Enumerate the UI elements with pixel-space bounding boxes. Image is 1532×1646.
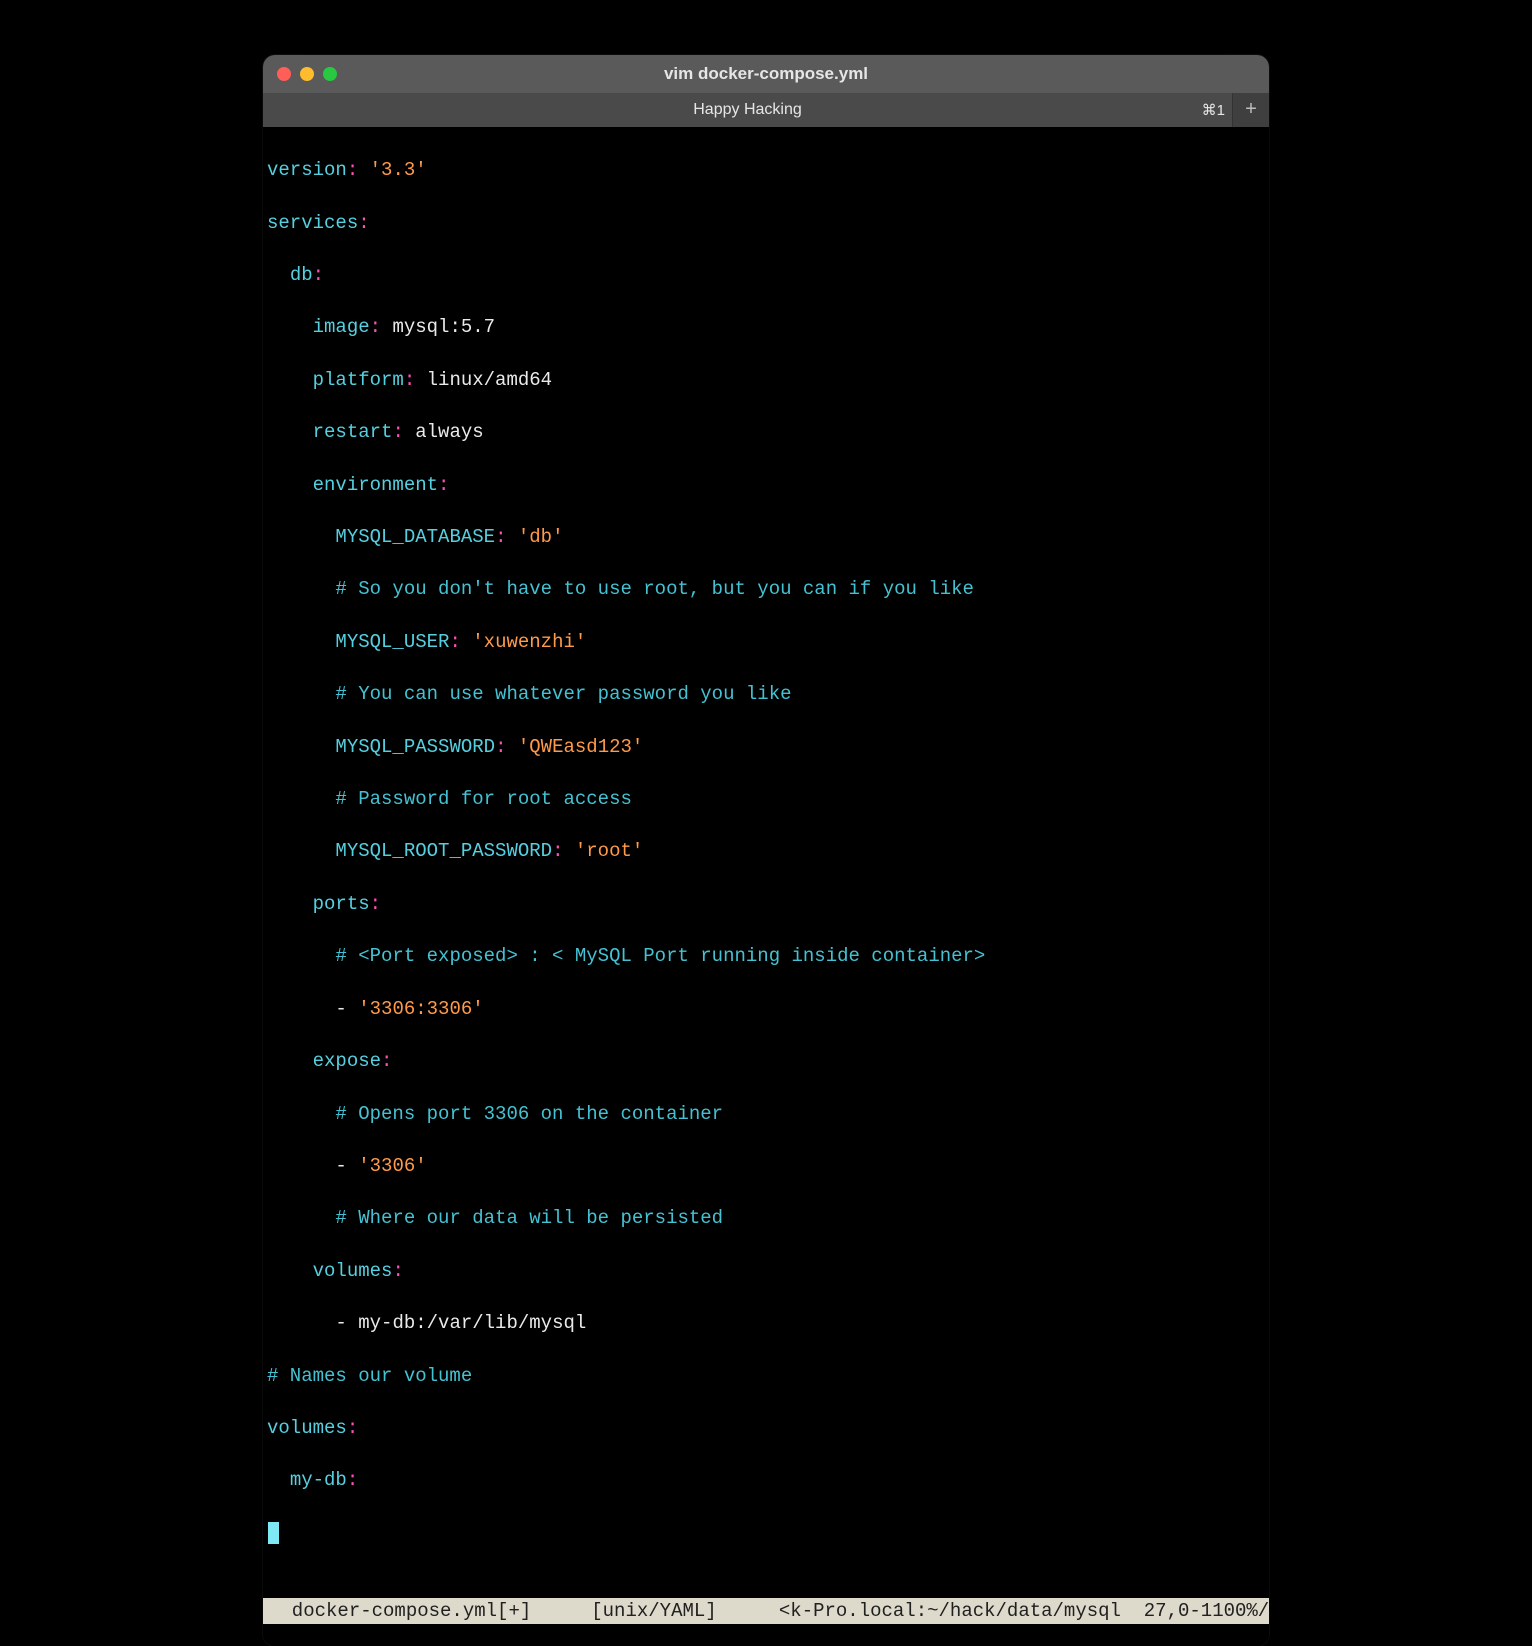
tab-bar: Happy Hacking ⌘1 + xyxy=(263,93,1269,127)
yaml-key: MYSQL_ROOT_PASSWORD xyxy=(335,840,552,862)
bottom-padding xyxy=(263,1624,1269,1646)
yaml-value: linux/amd64 xyxy=(427,369,552,391)
traffic-lights xyxy=(277,67,337,81)
yaml-comment: # So you don't have to use root, but you… xyxy=(335,578,974,600)
yaml-value: 'QWEasd123' xyxy=(518,736,643,758)
status-position: 27,0-1 xyxy=(1144,1598,1212,1624)
minimize-button[interactable] xyxy=(300,67,314,81)
yaml-key: ports xyxy=(313,893,370,915)
yaml-key: MYSQL_USER xyxy=(335,631,449,653)
status-format: [unix/YAML] xyxy=(591,1598,716,1624)
new-tab-button[interactable]: + xyxy=(1232,93,1269,127)
tab-label: Happy Hacking xyxy=(693,101,802,119)
yaml-comment: # <Port exposed> : < MySQL Port running … xyxy=(335,945,985,967)
yaml-comment: # Where our data will be persisted xyxy=(335,1207,723,1229)
yaml-key: db xyxy=(290,264,313,286)
plus-icon: + xyxy=(1245,99,1257,122)
tab-happy-hacking[interactable]: Happy Hacking xyxy=(263,93,1232,127)
yaml-key: volumes xyxy=(267,1417,347,1439)
status-percent: 100%/27 xyxy=(1212,1598,1269,1624)
yaml-comment: # Names our volume xyxy=(267,1365,472,1387)
window-title: vim docker-compose.yml xyxy=(263,64,1269,84)
tab-shortcut: ⌘1 xyxy=(1202,101,1225,119)
status-filename: docker-compose.yml[+] xyxy=(263,1598,531,1624)
yaml-comment: # You can use whatever password you like xyxy=(335,683,791,705)
yaml-key: my-db xyxy=(290,1469,347,1491)
yaml-value: 'root' xyxy=(575,840,643,862)
yaml-key: environment xyxy=(313,474,438,496)
yaml-value: 'xuwenzhi' xyxy=(472,631,586,653)
close-button[interactable] xyxy=(277,67,291,81)
yaml-value: '3306:3306' xyxy=(358,998,483,1020)
status-path: <k-Pro.local:~/hack/data/mysql xyxy=(751,1598,1121,1624)
editor-area[interactable]: version: '3.3' services: db: image: mysq… xyxy=(263,127,1269,1598)
yaml-value: my-db:/var/lib/mysql xyxy=(358,1312,586,1334)
vim-statusbar: docker-compose.yml[+] [unix/YAML] <k-Pro… xyxy=(263,1598,1269,1624)
yaml-comment: # Opens port 3306 on the container xyxy=(335,1103,723,1125)
titlebar: vim docker-compose.yml xyxy=(263,55,1269,93)
yaml-key: expose xyxy=(313,1050,381,1072)
cursor xyxy=(268,1522,279,1544)
yaml-key: services xyxy=(267,212,358,234)
yaml-key: version xyxy=(267,159,347,181)
yaml-value: '3306' xyxy=(358,1155,426,1177)
yaml-value: mysql:5.7 xyxy=(392,316,495,338)
yaml-key: platform xyxy=(313,369,404,391)
yaml-value: 'db' xyxy=(518,526,564,548)
yaml-key: MYSQL_PASSWORD xyxy=(335,736,495,758)
yaml-key: MYSQL_DATABASE xyxy=(335,526,495,548)
yaml-key: image xyxy=(313,316,370,338)
zoom-button[interactable] xyxy=(323,67,337,81)
terminal-window: vim docker-compose.yml Happy Hacking ⌘1 … xyxy=(263,55,1269,1646)
yaml-key: volumes xyxy=(313,1260,393,1282)
yaml-value: '3.3' xyxy=(370,159,427,181)
yaml-key: restart xyxy=(313,421,393,443)
yaml-value: always xyxy=(415,421,483,443)
yaml-comment: # Password for root access xyxy=(335,788,631,810)
